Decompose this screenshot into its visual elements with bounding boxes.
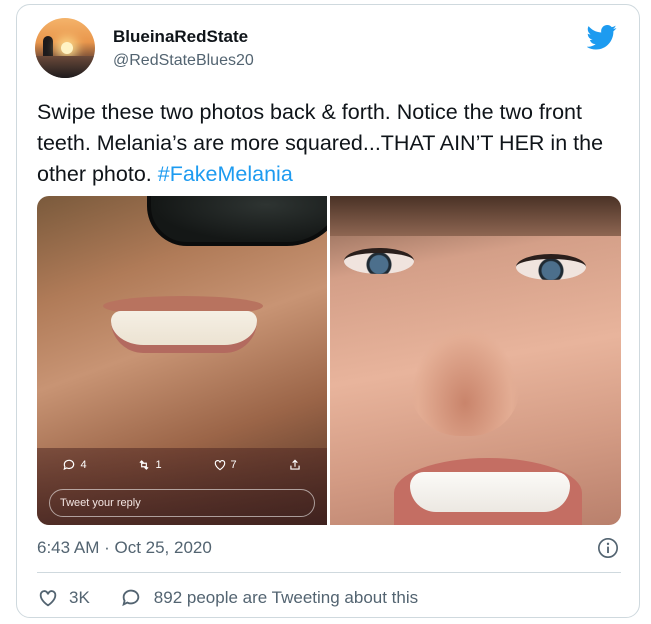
user-handle[interactable]: @RedStateBlues20 <box>113 52 254 70</box>
photo-smile-sunglasses[interactable]: 4 1 7 Tweet your reply <box>37 196 327 525</box>
overlay-like-count: 7 <box>230 459 237 471</box>
overlay-reply-count: 4 <box>80 459 87 471</box>
hashtag-link[interactable]: #FakeMelania <box>158 162 293 186</box>
avatar[interactable] <box>35 18 95 78</box>
conversation-link[interactable]: 892 people are Tweeting about this <box>154 588 418 608</box>
left-eye-shape <box>344 248 414 274</box>
info-icon[interactable] <box>597 537 619 559</box>
overlay-share <box>288 458 302 472</box>
sunglasses-shape <box>147 196 327 246</box>
teeth-shape <box>410 472 570 512</box>
media-grid: 4 1 7 Tweet your reply <box>37 196 621 525</box>
teeth-shape <box>111 311 257 353</box>
tweet-actions: 3K 892 people are Tweeting about this <box>37 587 418 609</box>
twitter-bird-icon[interactable] <box>587 25 617 50</box>
overlay-reply: 4 <box>62 458 87 472</box>
heart-icon <box>214 460 225 471</box>
divider <box>37 572 621 573</box>
photo-face-closeup[interactable] <box>330 196 621 525</box>
retweet-icon <box>139 460 149 470</box>
overlay-actions: 4 1 7 <box>37 454 327 476</box>
heart-icon[interactable] <box>37 587 59 609</box>
overlay-reply-field: Tweet your reply <box>49 489 315 517</box>
tweet-text: Swipe these two photos back & forth. Not… <box>37 97 617 190</box>
hair-shape <box>330 196 621 236</box>
nose-shape <box>410 326 520 436</box>
tweet-card: BlueinaRedState @RedStateBlues20 Swipe t… <box>16 4 640 618</box>
right-eye-shape <box>516 254 586 280</box>
display-name[interactable]: BlueinaRedState <box>113 27 248 47</box>
overlay-retweet-count: 1 <box>155 459 162 471</box>
speech-bubble-icon <box>63 459 75 471</box>
overlay-retweet: 1 <box>137 458 162 472</box>
tweet-timestamp[interactable]: 6:43 AM · Oct 25, 2020 <box>37 538 212 558</box>
like-count[interactable]: 3K <box>69 588 90 608</box>
overlay-like: 7 <box>213 458 237 472</box>
speech-bubble-icon[interactable] <box>120 587 142 609</box>
tweet-body: Swipe these two photos back & forth. Not… <box>37 100 604 186</box>
share-icon <box>289 459 300 470</box>
